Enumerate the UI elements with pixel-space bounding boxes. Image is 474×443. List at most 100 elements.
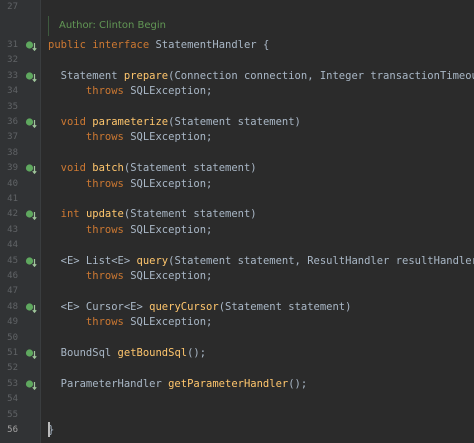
- line-number: 41: [7, 194, 18, 204]
- code-text: throws SQLException;: [48, 269, 212, 284]
- code-text: <E> Cursor<E> queryCursor(Statement stat…: [48, 300, 352, 315]
- code-line[interactable]: 34 throws SQLException;: [0, 84, 474, 99]
- code-line[interactable]: 43 throws SQLException;: [0, 223, 474, 238]
- code-text: throws SQLException;: [48, 223, 212, 238]
- code-line[interactable]: 36 void parameterize(Statement statement…: [0, 115, 474, 130]
- code-line[interactable]: 35: [0, 100, 474, 115]
- code-token: <E> Cursor<E>: [48, 300, 150, 313]
- line-number: 50: [7, 332, 18, 343]
- keyword-token: interface: [92, 39, 156, 51]
- code-token: Statement: [48, 69, 124, 82]
- code-line[interactable]: 32: [0, 53, 474, 68]
- code-text: <E> List<E> query(Statement statement, R…: [48, 254, 474, 269]
- code-text: BoundSql getBoundSql();: [48, 346, 206, 361]
- code-line[interactable]: 31 public interface StatementHandler {: [0, 38, 474, 53]
- code-text: int update(Statement statement): [48, 207, 257, 222]
- implemented-method-icon[interactable]: [25, 40, 37, 52]
- code-text: void batch(Statement statement): [48, 161, 257, 176]
- code-line[interactable]: 39 void batch(Statement statement): [0, 161, 474, 176]
- method-name-token: parameterize: [92, 116, 169, 128]
- keyword-token: public: [48, 39, 93, 51]
- keyword-token: throws: [48, 270, 131, 282]
- line-number: 36: [7, 117, 18, 127]
- text-caret: [48, 422, 50, 437]
- keyword-token: throws: [48, 316, 131, 329]
- code-line[interactable]: 41: [0, 192, 474, 207]
- code-line[interactable]: 33 Statement prepare(Connection connecti…: [0, 69, 474, 84]
- line-number: 45: [7, 255, 18, 266]
- code-text: throws SQLException;: [48, 177, 212, 192]
- implemented-method-icon[interactable]: [25, 302, 37, 314]
- method-name-token: queryCursor: [149, 300, 219, 313]
- code-line[interactable]: 45 <E> List<E> query(Statement statement…: [0, 254, 474, 269]
- keyword-token: throws: [48, 131, 131, 144]
- code-token: ParameterHandler: [48, 377, 169, 390]
- code-line[interactable]: 38: [0, 146, 474, 161]
- line-number: 44: [7, 240, 18, 251]
- code-line[interactable]: 54: [0, 392, 474, 407]
- code-line[interactable]: 40 throws SQLException;: [0, 177, 474, 192]
- code-line[interactable]: 51 BoundSql getBoundSql();: [0, 346, 474, 361]
- line-number: 38: [7, 147, 18, 158]
- line-number: 39: [7, 163, 18, 174]
- line-number: 55: [7, 409, 18, 420]
- code-line[interactable]: 56}: [0, 423, 474, 438]
- implemented-method-icon[interactable]: [25, 71, 37, 83]
- implemented-method-icon[interactable]: [25, 348, 37, 360]
- code-line[interactable]: 50: [0, 331, 474, 346]
- code-line[interactable]: 44: [0, 238, 474, 253]
- code-text: public interface StatementHandler {: [48, 38, 269, 53]
- method-name-token: getParameterHandler: [168, 377, 289, 390]
- keyword-token: void: [48, 116, 93, 128]
- code-line[interactable]: 48 <E> Cursor<E> queryCursor(Statement s…: [0, 300, 474, 315]
- code-token: SQLException;: [130, 131, 213, 144]
- code-token: StatementHandler {: [155, 39, 270, 51]
- line-number: 54: [7, 394, 18, 405]
- line-number: 48: [7, 301, 18, 312]
- code-token: ();: [288, 377, 308, 390]
- code-line[interactable]: 49 throws SQLException;: [0, 315, 474, 330]
- method-name-token: batch: [92, 162, 124, 175]
- line-number: 31: [7, 40, 18, 50]
- line-number: 49: [7, 317, 18, 328]
- code-line[interactable]: 53 ParameterHandler getParameterHandler(…: [0, 377, 474, 392]
- code-text: throws SQLException;: [48, 315, 212, 330]
- line-number: 34: [7, 86, 18, 97]
- code-line[interactable]: 37 throws SQLException;: [0, 130, 474, 145]
- implemented-method-icon[interactable]: [25, 209, 37, 221]
- line-number: 35: [7, 101, 18, 112]
- javadoc-author: Author: Clinton Begin: [48, 16, 468, 36]
- code-token: (Statement statement): [168, 116, 301, 128]
- code-token: <E> List<E>: [48, 254, 137, 267]
- code-text: throws SQLException;: [48, 84, 212, 99]
- implemented-method-icon[interactable]: [25, 379, 37, 391]
- code-token: SQLException;: [130, 223, 213, 236]
- code-token: (Connection connection, Integer transact…: [168, 69, 474, 82]
- line-number: 37: [7, 132, 18, 143]
- line-number: 40: [7, 178, 18, 189]
- code-line[interactable]: 52: [0, 361, 474, 376]
- code-token: (Statement statement): [123, 162, 257, 175]
- keyword-token: throws: [48, 223, 131, 236]
- keyword-token: int: [48, 208, 86, 221]
- code-editor[interactable]: Author: Clinton Begin 27 31 public interfa…: [0, 0, 474, 443]
- implemented-method-icon[interactable]: [25, 256, 37, 268]
- implemented-method-icon[interactable]: [25, 117, 37, 129]
- code-line[interactable]: 27: [0, 0, 474, 15]
- line-number: 32: [7, 55, 18, 66]
- code-line[interactable]: 47: [0, 284, 474, 299]
- code-line[interactable]: 46 throws SQLException;: [0, 269, 474, 284]
- code-line[interactable]: 42 int update(Statement statement): [0, 207, 474, 222]
- code-token: (Statement statement): [218, 300, 352, 313]
- line-number: 47: [7, 286, 18, 297]
- code-token: SQLException;: [130, 85, 213, 98]
- code-token: BoundSql: [48, 347, 118, 359]
- code-token: ();: [187, 347, 207, 359]
- line-number: 46: [7, 271, 18, 281]
- line-number: 56: [7, 425, 18, 435]
- line-number: 51: [7, 348, 18, 358]
- line-number: 27: [7, 2, 18, 12]
- implemented-method-icon[interactable]: [25, 163, 37, 175]
- code-line[interactable]: 55: [0, 408, 474, 423]
- code-token: (Statement statement, ResultHandler resu…: [168, 254, 474, 267]
